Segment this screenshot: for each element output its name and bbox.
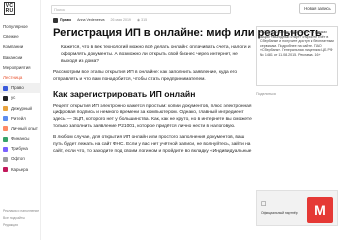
sidebar-item-retail[interactable]: Ритейл xyxy=(0,114,41,124)
sidebar: VC RU Популярное Свежее Компании Ваканси… xyxy=(0,0,41,240)
us-icon xyxy=(3,95,8,101)
retail-icon xyxy=(3,116,8,122)
sidebar-item-label: Личный опыт xyxy=(11,125,38,131)
nav-companies[interactable]: Компании xyxy=(0,42,41,52)
promo-note: С 25.01.2020 г. по 09.03.2020 г. в рамка… xyxy=(256,26,338,86)
nav-fresh[interactable]: Свежее xyxy=(0,32,41,42)
sidebar-item-label: Трибуна xyxy=(11,146,28,152)
tribune-icon xyxy=(3,146,8,152)
offtop-icon xyxy=(3,157,8,163)
nav-events[interactable]: Мероприятия xyxy=(0,63,41,73)
article-title: Регистрация ИП в онлайне: миф или реальн… xyxy=(53,27,322,39)
article: Право Anna Vedeneeva 26 мая 2019 ◉ 315 Р… xyxy=(53,16,322,156)
nav-popular[interactable]: Популярное xyxy=(0,22,41,32)
footer-link-ads[interactable]: Реклама и наполнение xyxy=(3,208,39,214)
right-rail: С 25.01.2020 г. по 09.03.2020 г. в рамка… xyxy=(256,0,340,240)
sidebar-item-label: Ритейл xyxy=(11,115,26,121)
duty-icon xyxy=(3,106,8,112)
sidebar-item-finance[interactable]: Финансы xyxy=(0,134,41,144)
sidebar-item-experience[interactable]: Личный опыт xyxy=(0,124,41,134)
nav-ladder[interactable]: Лестница xyxy=(0,73,41,83)
sidebar-item-us[interactable]: ус xyxy=(0,93,41,103)
sidebar-item-label: Офтоп xyxy=(11,156,25,162)
sidebar-item-label: Право xyxy=(11,85,24,91)
category-icon xyxy=(53,17,58,23)
career-icon xyxy=(3,167,8,173)
sidebar-nav: Популярное Свежее Компании Вакансии Меро… xyxy=(0,22,41,175)
sidebar-item-label: Дежурный xyxy=(11,105,32,111)
article-paragraph: В любом случае, для открытия ИП онлайн и… xyxy=(53,135,252,154)
footer-link-subsites[interactable]: Все подсайты xyxy=(3,215,39,221)
article-paragraph: Рецепт открытия ИП электронно кажется пр… xyxy=(53,103,252,130)
sidebar-item-pravo[interactable]: Право xyxy=(0,83,41,94)
experience-icon xyxy=(3,126,8,132)
article-views: 315 xyxy=(141,18,148,22)
search-input[interactable]: Поиск xyxy=(51,5,231,14)
ad-text: Официальный партнёр xyxy=(261,211,298,215)
pravo-icon xyxy=(3,85,8,91)
site-logo[interactable]: VC RU xyxy=(4,2,15,15)
footer-link-editorial[interactable]: Редакция xyxy=(3,222,39,228)
sidebar-item-label: ус xyxy=(11,95,16,101)
sidebar-item-label: Финансы xyxy=(11,136,30,142)
article-author[interactable]: Anna Vedeneeva xyxy=(77,18,104,22)
article-meta: Право Anna Vedeneeva 26 мая 2019 ◉ 315 xyxy=(53,16,253,24)
finance-icon xyxy=(3,136,8,142)
sidebar-item-label: Карьера xyxy=(11,166,29,172)
nav-jobs[interactable]: Вакансии xyxy=(0,53,41,63)
article-lead: Кажется, что в век технологий можно всё … xyxy=(61,45,251,64)
sidebar-item-tribune[interactable]: Трибуна xyxy=(0,144,41,154)
article-category[interactable]: Право xyxy=(60,18,71,22)
share-link[interactable]: Поделиться xyxy=(256,92,276,96)
article-paragraph: Рассмотрим все этапы открытия ИП в онлай… xyxy=(53,69,237,82)
sidebar-item-offtop[interactable]: Офтоп xyxy=(0,154,41,164)
sidebar-item-career[interactable]: Карьера xyxy=(0,165,41,175)
ad-banner[interactable]:  Официальный партнёр М xyxy=(256,190,338,226)
article-subheading: Как зарегистрировать ИП онлайн xyxy=(53,88,196,99)
brand-logo: М xyxy=(307,197,333,223)
sidebar-item-duty[interactable]: Дежурный xyxy=(0,104,41,114)
article-date: 26 мая 2019 xyxy=(110,18,131,22)
apple-icon:  xyxy=(261,201,266,208)
